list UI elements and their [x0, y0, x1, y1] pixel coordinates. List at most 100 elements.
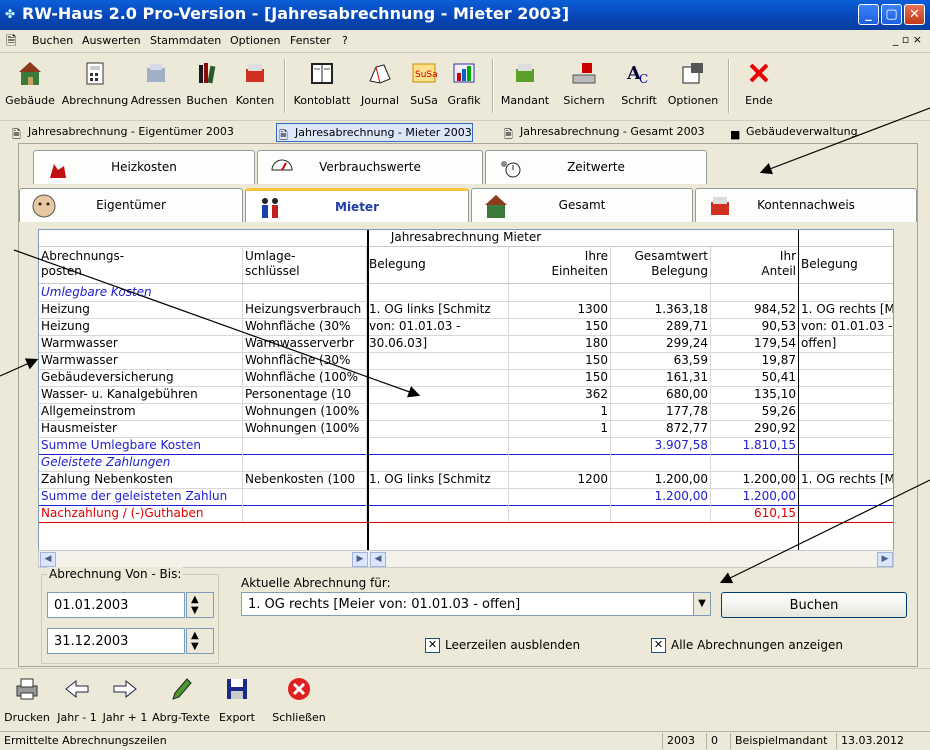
toolbar-buchen[interactable]: Buchen: [184, 55, 230, 117]
chevron-up-icon[interactable]: ▲: [191, 630, 199, 641]
table-cell[interactable]: 290,92: [711, 420, 799, 437]
toolbar-ende[interactable]: Ende: [734, 55, 784, 117]
table-cell[interactable]: Personentage (10: [243, 386, 367, 403]
table-cell[interactable]: [509, 437, 611, 454]
window-tab-gebaeudeverwaltung[interactable]: ■ Gebäudeverwaltung: [728, 123, 858, 141]
maximize-button[interactable]: ▢: [881, 4, 902, 25]
date-to-stepper[interactable]: ▲ ▼: [186, 628, 214, 654]
mdi-controls[interactable]: _ ▫ ×: [893, 33, 922, 46]
table-cell[interactable]: Warmwasserverbr: [243, 335, 367, 352]
table-cell[interactable]: Summe Umlegbare Kosten: [39, 437, 243, 454]
menu-fenster[interactable]: Fenster: [290, 34, 331, 47]
table-cell[interactable]: [711, 454, 799, 471]
table-cell[interactable]: [367, 505, 509, 522]
tab-zeitwerte[interactable]: Zeitwerte: [485, 150, 707, 184]
table-cell[interactable]: 299,24: [611, 335, 711, 352]
table-row[interactable]: Heizung Heizungsverbrauch 1. OG links [Sch…: [39, 301, 893, 319]
scroll-right-icon[interactable]: ▶: [877, 552, 893, 567]
toolbar-mandant[interactable]: Mandant: [498, 55, 552, 117]
table-cell[interactable]: Heizungsverbrauch: [243, 301, 367, 318]
table-cell[interactable]: [367, 403, 509, 420]
table-cell[interactable]: 180: [509, 335, 611, 352]
date-from-field[interactable]: 01.01.2003: [47, 592, 185, 618]
table-cell[interactable]: 1200: [509, 471, 611, 488]
table-cell[interactable]: 1. OG links [Schmitz: [367, 471, 509, 488]
show-all-label[interactable]: Alle Abrechnungen anzeigen: [671, 638, 843, 652]
table-row[interactable]: Heizung Wohnfläche (30% von: 01.01.03 -150…: [39, 318, 893, 336]
table-row[interactable]: Nachzahlung / (-)Guthaben 610,15: [39, 505, 893, 523]
table-row[interactable]: Warmwasser Warmwasserverbr 30.06.03] 180 299…: [39, 335, 893, 353]
table-cell[interactable]: [799, 437, 893, 454]
table-cell[interactable]: 135,10: [711, 386, 799, 403]
table-row[interactable]: Summe Umlegbare Kosten 3.907,58 1.810,15: [39, 437, 893, 455]
table-cell[interactable]: 19,87: [711, 352, 799, 369]
hide-empty-rows-checkbox[interactable]: ✕: [425, 638, 440, 653]
menu-help[interactable]: ?: [342, 34, 348, 47]
table-cell[interactable]: Allgemeinstrom: [39, 403, 243, 420]
table-cell[interactable]: Wohnfläche (100%: [243, 369, 367, 386]
window-tab-mieter[interactable]: 🗎 Jahresabrechnung - Mieter 2003: [276, 123, 473, 142]
table-row[interactable]: Gebäudeversicherung Wohnfläche (100% 150 16…: [39, 369, 893, 387]
table-row[interactable]: Zahlung Nebenkosten Nebenkosten (100 1. OG…: [39, 471, 893, 489]
table-cell[interactable]: [799, 403, 893, 420]
table-cell[interactable]: 1.200,00: [711, 488, 799, 505]
table-cell[interactable]: [611, 505, 711, 522]
table-cell[interactable]: von: 01.01.03 -: [799, 318, 893, 335]
table-cell[interactable]: Gebäudeversicherung: [39, 369, 243, 386]
table-cell[interactable]: Heizung: [39, 301, 243, 318]
table-cell[interactable]: [367, 369, 509, 386]
table-cell[interactable]: 1.363,18: [611, 301, 711, 318]
table-cell[interactable]: von: 01.01.03 -: [367, 318, 509, 335]
table-cell[interactable]: offen]: [799, 335, 893, 352]
app-icon[interactable]: ✤: [5, 7, 19, 21]
close-button[interactable]: ✕: [904, 4, 925, 25]
minimize-button[interactable]: _: [858, 4, 879, 25]
table-cell[interactable]: 179,54: [711, 335, 799, 352]
grid-horizontal-scrollbar[interactable]: ◀ ▶ ◀ ▶: [38, 550, 894, 568]
table-cell[interactable]: 90,53: [711, 318, 799, 335]
table-cell[interactable]: 610,15: [711, 505, 799, 522]
header-anteil[interactable]: Ihr Anteil: [711, 247, 799, 283]
table-cell[interactable]: [243, 505, 367, 522]
date-to-field[interactable]: 31.12.2003: [47, 628, 185, 654]
table-row[interactable]: Warmwasser Wohnfläche (30% 150 63,59 19,87: [39, 352, 893, 370]
table-row[interactable]: Summe der geleisteten Zahlun 1.200,00 1.20…: [39, 488, 893, 506]
table-cell[interactable]: 1: [509, 420, 611, 437]
tab-verbrauchswerte[interactable]: Verbrauchswerte: [257, 150, 483, 184]
table-cell[interactable]: 161,31: [611, 369, 711, 386]
table-cell[interactable]: [509, 454, 611, 471]
table-cell[interactable]: Warmwasser: [39, 335, 243, 352]
table-cell[interactable]: 63,59: [611, 352, 711, 369]
date-from-stepper[interactable]: ▲ ▼: [186, 592, 214, 618]
current-statement-select[interactable]: 1. OG rechts [Meier von: 01.01.03 - offe…: [241, 592, 711, 616]
window-tab-eigentuemer[interactable]: 🗎 Jahresabrechnung - Eigentümer 2003: [10, 123, 234, 141]
abrg-texte-button[interactable]: Abrg-Texte: [150, 671, 212, 729]
table-cell[interactable]: 1.200,00: [611, 471, 711, 488]
table-cell[interactable]: 1.810,15: [711, 437, 799, 454]
table-cell[interactable]: [711, 284, 799, 301]
toolbar-optionen[interactable]: Optionen: [664, 55, 722, 117]
table-cell[interactable]: Umlegbare Kosten: [39, 284, 243, 301]
table-row[interactable]: Umlegbare Kosten: [39, 284, 893, 302]
menu-buchen[interactable]: Buchen: [32, 34, 73, 47]
toolbar-gebaeude[interactable]: Gebäude: [4, 55, 56, 117]
scroll-right-icon[interactable]: ▶: [352, 552, 368, 567]
table-cell[interactable]: Nebenkosten (100: [243, 471, 367, 488]
table-cell[interactable]: [611, 454, 711, 471]
table-cell[interactable]: 30.06.03]: [367, 335, 509, 352]
chevron-down-icon[interactable]: ▼: [693, 593, 710, 615]
chevron-down-icon[interactable]: ▼: [191, 641, 199, 652]
toolbar-sichern[interactable]: Sichern: [554, 55, 614, 117]
toolbar-journal[interactable]: Journal: [356, 55, 404, 117]
table-cell[interactable]: [367, 420, 509, 437]
table-cell[interactable]: 1.200,00: [611, 488, 711, 505]
header-belegung-2[interactable]: Belegung: [799, 247, 893, 283]
scroll-left-icon[interactable]: ◀: [370, 552, 386, 567]
toolbar-abrechnung[interactable]: Abrechnung: [60, 55, 130, 117]
toolbar-susa[interactable]: SuSa SuSa: [406, 55, 442, 117]
table-cell[interactable]: Wohnfläche (30%: [243, 318, 367, 335]
table-cell[interactable]: 150: [509, 318, 611, 335]
menu-optionen[interactable]: Optionen: [230, 34, 280, 47]
table-cell[interactable]: Heizung: [39, 318, 243, 335]
print-button[interactable]: Drucken: [2, 671, 52, 729]
